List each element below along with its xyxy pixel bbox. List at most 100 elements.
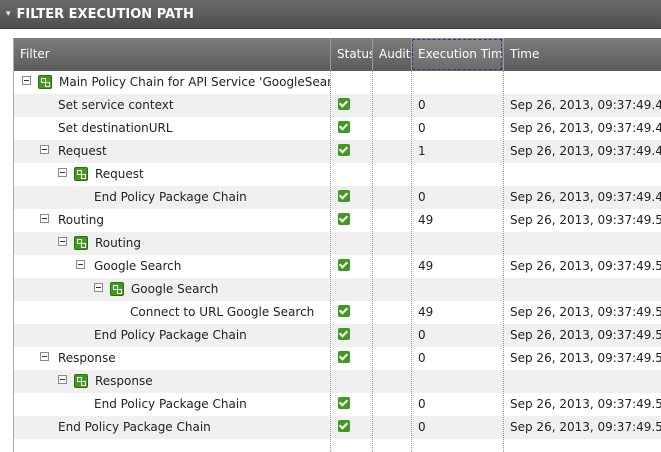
filter-name: Routing [58, 213, 105, 227]
time-cell: Sep 26, 2013, 09:37:49.544 [510, 259, 661, 273]
time-cell [510, 163, 661, 186]
audit-cell [372, 94, 411, 117]
table-row[interactable]: End Policy Package Chain 0 Sep 26, 2013, 0… [14, 416, 661, 439]
success-check-icon [338, 420, 350, 432]
table-row[interactable]: Main Policy Chain for API Service 'Googl… [14, 71, 661, 94]
execution-time-cell [418, 370, 503, 393]
audit-cell [372, 416, 411, 439]
table-row[interactable]: Google Search [14, 278, 661, 301]
table-row[interactable]: End Policy Package Chain 0 Sep 26, 2013, 0… [14, 186, 661, 209]
status-cell [330, 94, 372, 117]
table-row[interactable]: Response [14, 370, 661, 393]
table-row[interactable]: Response 0 Sep 26, 2013, 09:37:49.544 [14, 347, 661, 370]
audit-cell [372, 324, 411, 347]
column-divider [372, 71, 373, 452]
table-row[interactable]: Routing 49 Sep 26, 2013, 09:37:49.544 [14, 209, 661, 232]
filter-name: Google Search [94, 259, 182, 273]
status-cell [330, 255, 372, 278]
filter-cell: End Policy Package Chain [14, 393, 330, 416]
policy-chain-icon [38, 75, 52, 89]
success-check-icon [338, 328, 350, 340]
grid-header: Filter Status Audit Execution Time Time [14, 38, 661, 71]
collapse-toggle-icon[interactable] [58, 375, 67, 384]
time-cell: Sep 26, 2013, 09:37:49.495 [510, 190, 661, 204]
success-check-icon [338, 98, 350, 110]
column-header-filter[interactable]: Filter [14, 38, 330, 71]
execution-time-cell: 49 [418, 259, 434, 273]
status-cell [330, 140, 372, 163]
time-cell: Sep 26, 2013, 09:37:49.544 [510, 305, 661, 319]
column-header-audit[interactable]: Audit [372, 38, 411, 71]
audit-cell [372, 163, 411, 186]
execution-time-cell [418, 163, 503, 186]
status-cell [330, 232, 372, 255]
collapse-toggle-icon[interactable] [40, 214, 49, 223]
panel-header[interactable]: ▾ FILTER EXECUTION PATH [0, 0, 661, 29]
collapse-toggle-icon[interactable] [58, 168, 67, 177]
success-check-icon [338, 305, 350, 317]
filter-cell: End Policy Package Chain [14, 186, 330, 209]
table-row[interactable]: Request 1 Sep 26, 2013, 09:37:49.495 [14, 140, 661, 163]
execution-path-grid: Filter Status Audit Execution Time Time … [13, 38, 661, 452]
table-row[interactable]: Google Search 49 Sep 26, 2013, 09:37:49.54… [14, 255, 661, 278]
column-header-execution-time[interactable]: Execution Time [411, 38, 503, 71]
collapse-triangle-icon[interactable]: ▾ [6, 9, 11, 19]
success-check-icon [338, 397, 350, 409]
filter-cell: Response [14, 347, 330, 370]
table-row[interactable]: Set service context 0 Sep 26, 2013, 09:37:… [14, 94, 661, 117]
panel-title: FILTER EXECUTION PATH [16, 6, 194, 22]
table-row[interactable]: End Policy Package Chain 0 Sep 26, 2013, 0… [14, 324, 661, 347]
status-cell [330, 393, 372, 416]
execution-time-cell [418, 232, 503, 255]
time-cell [510, 370, 661, 393]
collapse-toggle-icon[interactable] [40, 145, 49, 154]
audit-cell [372, 209, 411, 232]
table-row[interactable]: Set destinationURL 0 Sep 26, 2013, 09:37:4… [14, 117, 661, 140]
column-header-time[interactable]: Time [503, 38, 661, 71]
execution-time-cell: 0 [418, 351, 426, 365]
filter-name: Set destinationURL [58, 121, 173, 135]
filter-cell: Request [14, 163, 330, 186]
filter-cell: Connect to URL Google Search [14, 301, 330, 324]
time-cell: Sep 26, 2013, 09:37:49.495 [510, 144, 661, 158]
status-cell [330, 71, 372, 94]
collapse-toggle-icon[interactable] [40, 352, 49, 361]
collapse-toggle-icon[interactable] [76, 260, 85, 269]
execution-time-cell: 0 [418, 190, 426, 204]
status-cell [330, 370, 372, 393]
filter-name: Response [95, 374, 153, 388]
status-cell [330, 209, 372, 232]
column-divider [411, 71, 412, 452]
collapse-toggle-icon[interactable] [94, 283, 103, 292]
success-check-icon [338, 121, 350, 133]
table-row[interactable]: End Policy Package Chain 0 Sep 26, 2013, 0… [14, 393, 661, 416]
collapse-toggle-icon[interactable] [58, 237, 67, 246]
column-header-status[interactable]: Status [330, 38, 372, 71]
collapse-toggle-icon[interactable] [22, 76, 31, 85]
filter-name: Response [58, 351, 116, 365]
execution-time-cell: 1 [418, 144, 426, 158]
time-cell: Sep 26, 2013, 09:37:49.494 [510, 98, 661, 112]
policy-chain-icon [74, 167, 88, 181]
execution-time-cell: 49 [418, 305, 434, 319]
filter-cell: Main Policy Chain for API Service 'Googl… [14, 71, 330, 94]
table-row[interactable]: Request [14, 163, 661, 186]
success-check-icon [338, 259, 350, 271]
table-row[interactable]: Connect to URL Google Search 49 Sep 26, 20… [14, 301, 661, 324]
table-row[interactable]: Routing [14, 232, 661, 255]
audit-cell [372, 140, 411, 163]
audit-cell [372, 278, 411, 301]
execution-time-cell: 0 [418, 328, 426, 342]
success-check-icon [338, 144, 350, 156]
filter-cell: Response [14, 370, 330, 393]
filter-name: End Policy Package Chain [94, 328, 247, 342]
audit-cell [372, 255, 411, 278]
column-divider [330, 71, 331, 452]
filter-cell: Routing [14, 232, 330, 255]
execution-time-cell: 49 [418, 213, 434, 227]
status-cell [330, 347, 372, 370]
time-cell: Sep 26, 2013, 09:37:49.544 [510, 351, 661, 365]
time-cell: Sep 26, 2013, 09:37:49.544 [510, 328, 661, 342]
audit-cell [372, 71, 411, 94]
filter-name: Connect to URL Google Search [130, 305, 315, 319]
